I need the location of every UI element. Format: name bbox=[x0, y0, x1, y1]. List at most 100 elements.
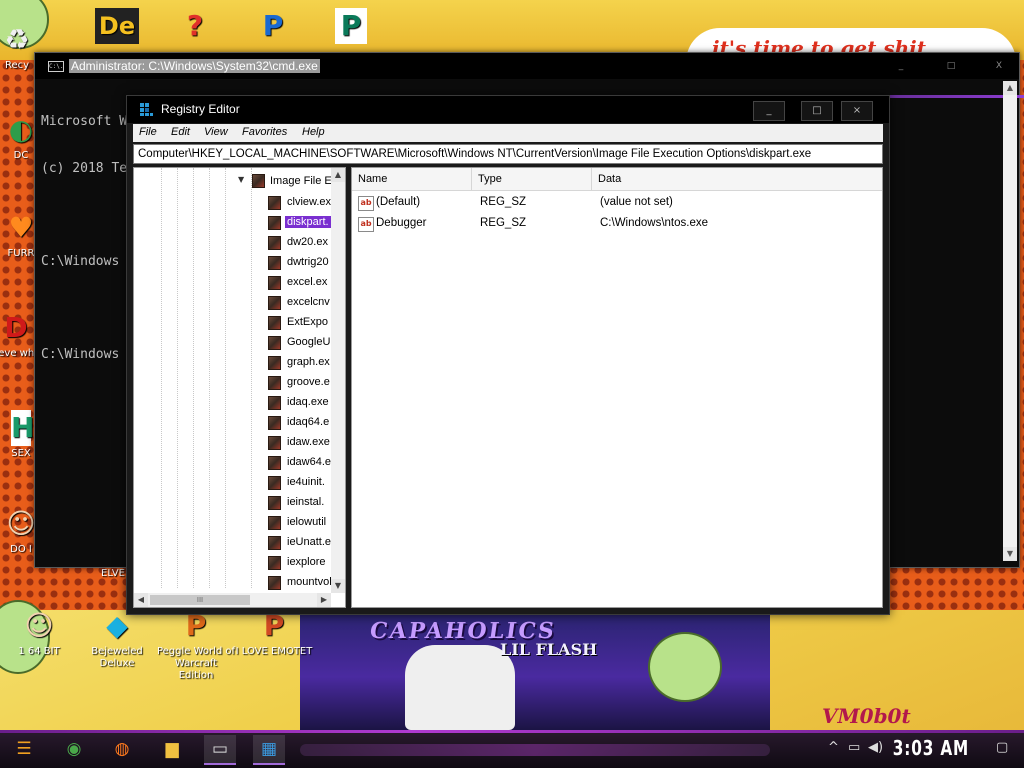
tree-guide-line bbox=[161, 168, 162, 588]
taskbar-firefox-icon[interactable]: ◍ bbox=[106, 735, 138, 763]
taskbar-file-explorer-icon[interactable]: ▆ bbox=[156, 735, 188, 763]
tree-item-label: ExtExpo bbox=[287, 316, 328, 328]
regedit-address-bar[interactable]: Computer\HKEY_LOCAL_MACHINE\SOFTWARE\Mic… bbox=[133, 144, 883, 164]
taskbar-cmd-icon[interactable]: ▭ bbox=[204, 735, 236, 765]
tree-item[interactable]: excelcnv bbox=[264, 293, 334, 312]
tree-item[interactable]: idaq.exe bbox=[264, 393, 334, 412]
desktop-icon-publisher[interactable]: P bbox=[316, 8, 386, 46]
menu-edit[interactable]: Edit bbox=[171, 126, 190, 138]
cmd-title: Administrator: C:\Windows\System32\cmd.e… bbox=[69, 59, 320, 73]
tree-item[interactable]: ie4uinit. bbox=[264, 473, 334, 492]
regedit-maximize-button[interactable]: □ bbox=[801, 101, 833, 121]
tree-item-label: diskpart. bbox=[285, 216, 331, 228]
tree-guide-line bbox=[251, 168, 252, 588]
registry-key-icon bbox=[268, 256, 281, 270]
cmd-close-button[interactable]: X bbox=[987, 59, 1011, 73]
registry-key-icon bbox=[268, 436, 281, 450]
registry-key-icon bbox=[268, 396, 281, 410]
desktop-icon-question[interactable]: ? bbox=[160, 8, 230, 46]
scroll-right-icon[interactable]: ▶ bbox=[317, 593, 331, 607]
scroll-thumb[interactable]: III bbox=[150, 595, 250, 605]
tree-vertical-scrollbar[interactable]: ▲ ▼ bbox=[331, 168, 345, 593]
column-data[interactable]: Data bbox=[592, 168, 882, 190]
registry-key-icon bbox=[268, 276, 281, 290]
registry-key-icon bbox=[268, 416, 281, 430]
desktop-icon-de[interactable]: De bbox=[82, 8, 152, 46]
column-name[interactable]: Name bbox=[352, 168, 472, 190]
tree-item[interactable]: dw20.ex bbox=[264, 233, 334, 252]
menu-help[interactable]: Help bbox=[302, 126, 325, 138]
chevron-up-icon[interactable]: ^ bbox=[828, 740, 839, 755]
tree-item-label: idaw.exe bbox=[287, 436, 330, 448]
registry-key-icon bbox=[268, 476, 281, 490]
cmd-minimize-button[interactable]: _ bbox=[889, 59, 913, 73]
regedit-values-pane[interactable]: Name Type Data ab (Default) REG_SZ (valu… bbox=[351, 167, 883, 608]
tree-item-label: idaw64.e bbox=[287, 456, 332, 468]
tree-item[interactable]: GoogleU bbox=[264, 333, 334, 352]
tree-item-label: groove.e bbox=[287, 376, 330, 388]
desktop-icon-label: SEX bbox=[11, 448, 31, 459]
desktop-icon-peggle-top[interactable]: P bbox=[238, 8, 308, 46]
value-row[interactable]: ab (Default) REG_SZ (value not set) bbox=[352, 193, 882, 214]
chevron-down-icon[interactable]: ▼ bbox=[238, 175, 244, 184]
scroll-left-icon[interactable]: ◀ bbox=[134, 593, 148, 607]
cmd-scrollbar[interactable]: ▲ ▼ bbox=[1003, 81, 1017, 561]
column-type[interactable]: Type bbox=[472, 168, 592, 190]
tree-item[interactable]: ieinstal. bbox=[264, 493, 334, 512]
regedit-close-button[interactable]: × bbox=[841, 101, 873, 121]
registry-key-icon bbox=[268, 196, 281, 210]
regedit-tree-pane[interactable]: ▼ Image File E clview.ex diskpart. dw20.ex… bbox=[133, 167, 346, 608]
scroll-down-icon[interactable]: ▼ bbox=[331, 579, 345, 593]
registry-key-icon bbox=[268, 516, 281, 530]
registry-editor-window[interactable]: Registry Editor _ □ × File Edit View Fav… bbox=[126, 95, 890, 615]
menu-view[interactable]: View bbox=[204, 126, 228, 138]
tree-item[interactable]: ieUnatt.e bbox=[264, 533, 334, 552]
desktop-icon-emotet[interactable]: P I LOVE EMOTET bbox=[234, 608, 314, 658]
registry-key-icon bbox=[268, 456, 281, 470]
tree-item[interactable]: ielowutil bbox=[264, 513, 334, 532]
start-button[interactable]: ☰ bbox=[8, 735, 40, 763]
tree-item[interactable]: iexplore bbox=[264, 553, 334, 572]
taskbar-regedit-icon[interactable]: ▦ bbox=[253, 735, 285, 765]
value-row[interactable]: ab Debugger REG_SZ C:\Windows\ntos.exe bbox=[352, 214, 882, 235]
cmd-maximize-button[interactable]: □ bbox=[939, 59, 963, 73]
desktop-icon-peggle[interactable]: P Peggle World of Warcraft Edition bbox=[156, 608, 236, 682]
volume-icon[interactable]: ◀) bbox=[868, 740, 883, 755]
tree-item[interactable]: idaw64.e bbox=[264, 453, 334, 472]
tree-horizontal-scrollbar[interactable]: ◀ III ▶ bbox=[134, 593, 331, 607]
menu-favorites[interactable]: Favorites bbox=[242, 126, 287, 138]
cmd-icon: C:\. bbox=[48, 61, 64, 72]
tree-item[interactable]: idaw.exe bbox=[264, 433, 334, 452]
registry-key-icon bbox=[268, 356, 281, 370]
scroll-up-icon[interactable]: ▲ bbox=[1003, 81, 1017, 95]
tree-item[interactable]: mountvol bbox=[264, 573, 334, 592]
taskbar-chrome-icon[interactable]: ◉ bbox=[58, 735, 90, 763]
notification-icon[interactable]: ▢ bbox=[996, 740, 1008, 755]
tree-item[interactable]: diskpart. bbox=[264, 213, 334, 232]
regedit-icon bbox=[140, 103, 153, 116]
tree-item[interactable]: ExtExpo bbox=[264, 313, 334, 332]
regedit-titlebar[interactable]: Registry Editor _ □ × bbox=[127, 96, 889, 123]
wallpaper-cartoon-peridot-right bbox=[648, 632, 722, 702]
cmd-titlebar[interactable]: C:\. Administrator: C:\Windows\System32\… bbox=[35, 53, 1019, 79]
clock[interactable]: 3:03 AM bbox=[893, 736, 969, 760]
value-name: Debugger bbox=[376, 217, 427, 229]
system-tray: ^ ▭ ◀) 3:03 AM ▢ bbox=[784, 730, 1024, 768]
menu-file[interactable]: File bbox=[139, 126, 157, 138]
scroll-up-icon[interactable]: ▲ bbox=[331, 168, 345, 182]
regedit-minimize-button[interactable]: _ bbox=[753, 101, 785, 121]
tree-item[interactable]: excel.ex bbox=[264, 273, 334, 292]
tree-item-image-file-execution-options[interactable]: ▼ Image File E bbox=[238, 173, 345, 192]
desktop-icon-64-bit[interactable]: ☺ 1 64 BIT bbox=[4, 608, 74, 658]
tree-item[interactable]: groove.e bbox=[264, 373, 334, 392]
tree-item[interactable]: idaq64.e bbox=[264, 413, 334, 432]
value-type: REG_SZ bbox=[480, 217, 527, 229]
tree-item[interactable]: graph.ex bbox=[264, 353, 334, 372]
desktop-icon-bejeweled[interactable]: ◆ Bejeweled Deluxe bbox=[82, 608, 152, 670]
tree-item[interactable]: dwtrig20 bbox=[264, 253, 334, 272]
tree-item[interactable]: clview.ex bbox=[264, 193, 334, 212]
scroll-down-icon[interactable]: ▼ bbox=[1003, 547, 1017, 561]
registry-key-icon bbox=[268, 296, 281, 310]
wallpaper-art-subtitle: LIL FLASH bbox=[500, 640, 598, 659]
network-icon[interactable]: ▭ bbox=[848, 740, 860, 755]
